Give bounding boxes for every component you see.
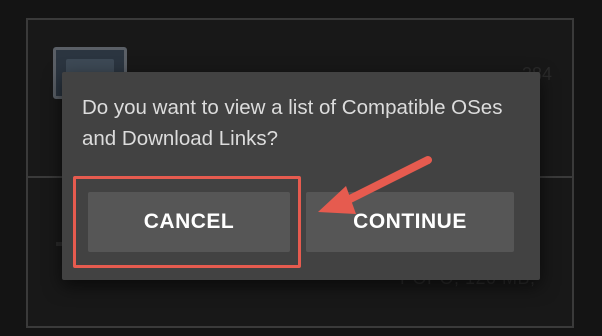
dialog-message: Do you want to view a list of Compatible… — [82, 96, 503, 150]
screen: 384 POPO, 120 MB, Do you want to view a … — [0, 0, 602, 336]
highlight-box — [73, 176, 301, 268]
continue-button[interactable]: CONTINUE — [306, 192, 514, 252]
